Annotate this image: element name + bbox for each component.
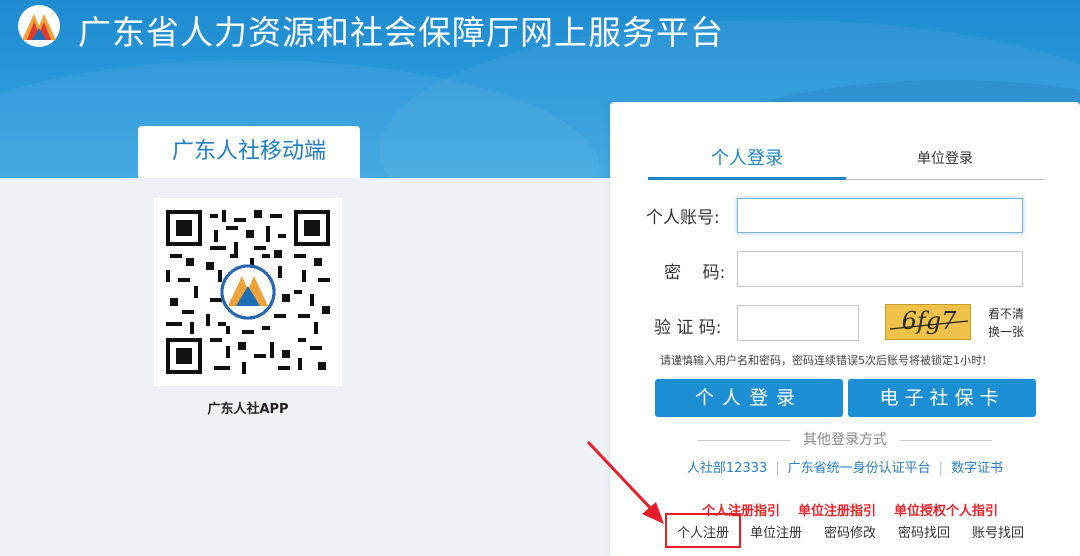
personal-login-button[interactable]: 个人登录 xyxy=(655,379,843,417)
tab-unit-login[interactable]: 单位登录 xyxy=(846,140,1044,180)
site-title: 广东省人力资源和社会保障厅网上服务平台 xyxy=(78,13,724,52)
separator: | xyxy=(938,461,944,476)
alt-link-12333[interactable]: 人社部12333 xyxy=(687,461,767,476)
guide-unit-authorize[interactable]: 单位授权个人指引 xyxy=(894,504,998,519)
alt-link-unified-auth[interactable]: 广东省统一身份认证平台 xyxy=(788,461,931,476)
tab-personal-login[interactable]: 个人登录 xyxy=(648,140,846,180)
other-login-divider: 其他登录方式 xyxy=(698,430,992,450)
account-label: 个人账号: xyxy=(646,208,720,228)
separator: | xyxy=(775,461,780,476)
captcha-refresh-link[interactable]: 看不清 换一张 xyxy=(986,305,1026,341)
account-recover-link[interactable]: 账号找回 xyxy=(972,522,1024,541)
hrss-mountain-logo-icon xyxy=(14,4,64,48)
password-recover-link[interactable]: 密码找回 xyxy=(898,522,950,541)
password-change-link[interactable]: 密码修改 xyxy=(824,522,876,541)
captcha-input[interactable] xyxy=(737,305,859,341)
red-arrow-icon xyxy=(586,440,664,524)
captcha-label: 验 证 码: xyxy=(654,318,722,338)
account-input[interactable] xyxy=(737,198,1023,233)
guide-unit-register[interactable]: 单位注册指引 xyxy=(798,504,876,519)
captcha-refresh-line1: 看不清 xyxy=(987,307,1024,321)
mobile-tab-label[interactable]: 广东人社移动端 xyxy=(138,126,360,178)
alt-link-digital-cert[interactable]: 数字证书 xyxy=(951,461,1003,476)
social-card-button[interactable]: 电子社保卡 xyxy=(848,379,1036,417)
alt-login-links: 人社部12333 | 广东省统一身份认证平台 | 数字证书 xyxy=(660,457,1030,476)
qr-code-icon xyxy=(154,198,342,386)
captcha-refresh-line2: 换一张 xyxy=(987,325,1024,339)
unit-register-link[interactable]: 单位注册 xyxy=(750,522,802,541)
password-label: 密 码: xyxy=(664,263,726,283)
captcha-image[interactable]: 6fg7 xyxy=(885,304,971,340)
captcha-image-text: 6fg7 xyxy=(901,307,957,335)
app-label: 广东人社APP xyxy=(207,402,289,417)
other-login-label: 其他登录方式 xyxy=(803,432,887,448)
login-notice: 请谨慎输入用户名和密码，密码连续错误5次后账号将被锁定1小时! xyxy=(660,354,987,367)
password-input[interactable] xyxy=(737,251,1023,287)
